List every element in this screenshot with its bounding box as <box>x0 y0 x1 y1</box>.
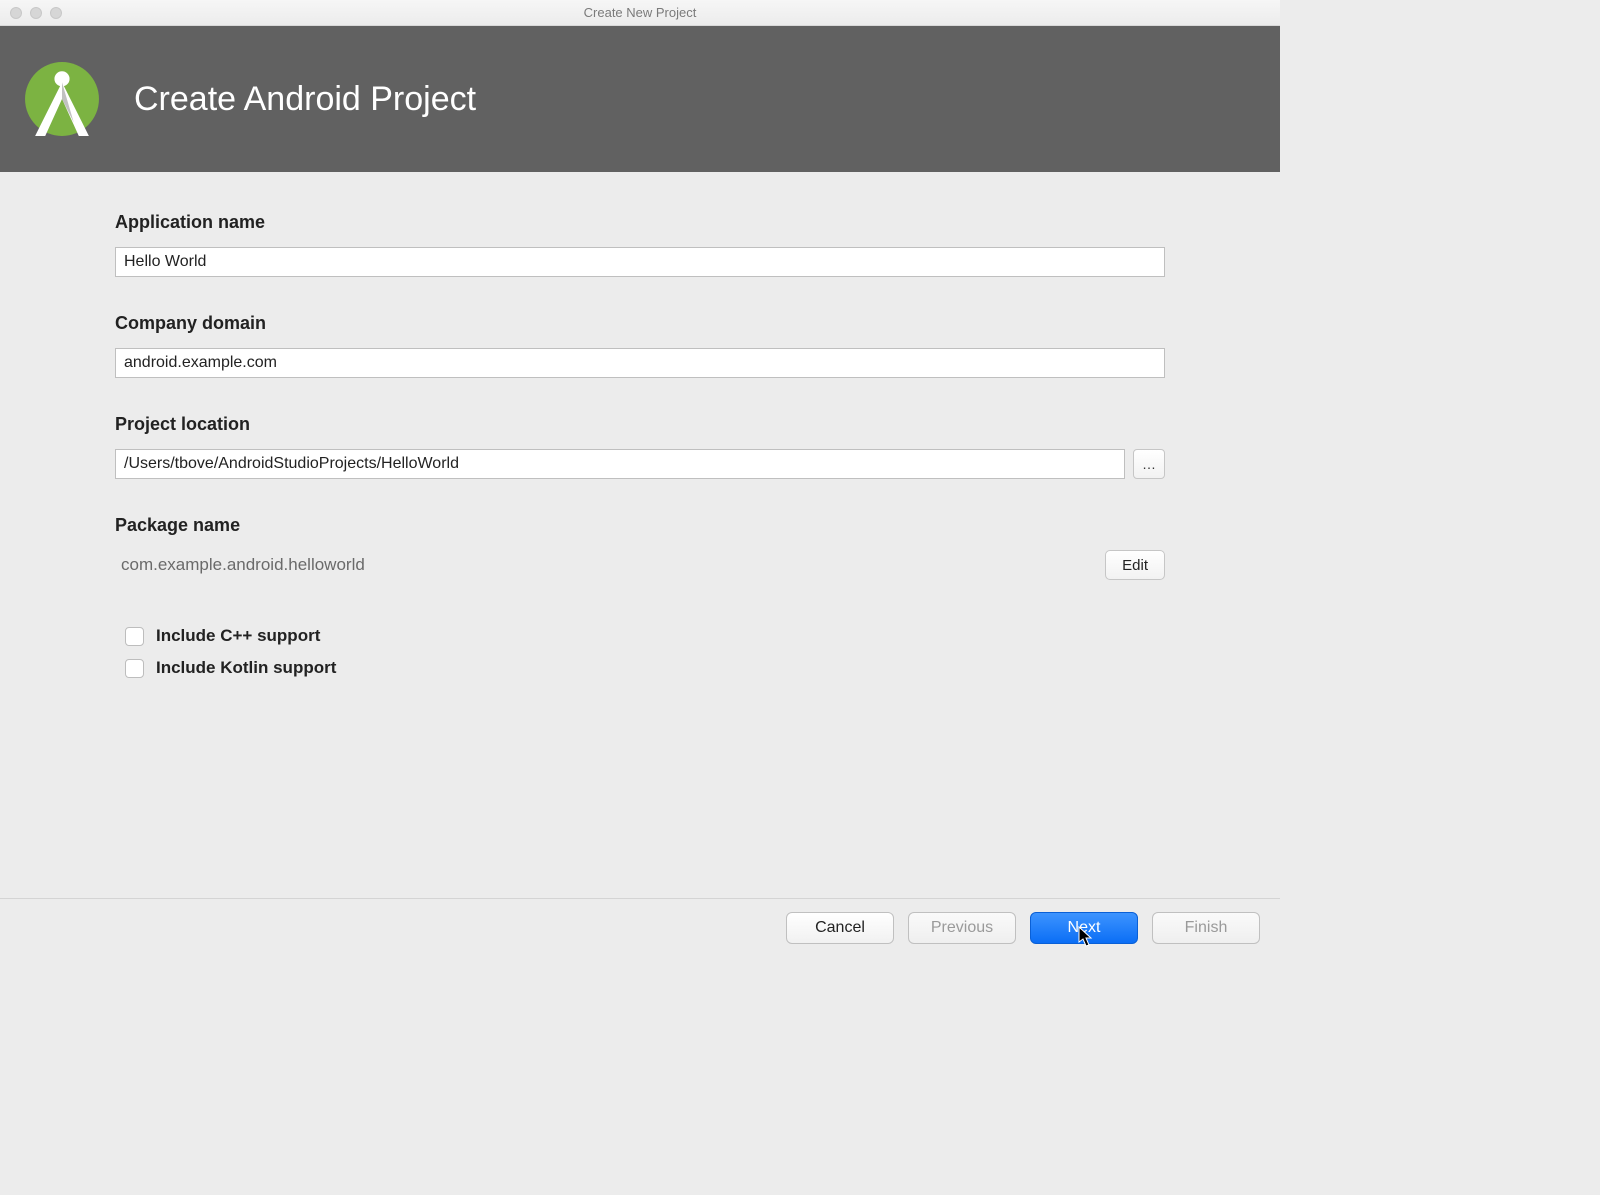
include-cpp-checkbox[interactable] <box>125 627 144 646</box>
package-name-value: com.example.android.helloworld <box>115 555 365 575</box>
form-area: Application name Company domain Project … <box>0 172 1280 678</box>
company-domain-label: Company domain <box>115 313 1165 334</box>
minimize-window-icon[interactable] <box>30 7 42 19</box>
project-location-input[interactable] <box>115 449 1125 479</box>
edit-package-name-button[interactable]: Edit <box>1105 550 1165 580</box>
include-kotlin-checkbox[interactable] <box>125 659 144 678</box>
package-name-group: Package name com.example.android.hellowo… <box>115 515 1165 580</box>
include-cpp-row: Include C++ support <box>125 626 1165 646</box>
company-domain-input[interactable] <box>115 348 1165 378</box>
browse-location-button[interactable]: … <box>1133 449 1165 479</box>
include-cpp-label: Include C++ support <box>156 626 320 646</box>
previous-button: Previous <box>908 912 1016 944</box>
company-domain-group: Company domain <box>115 313 1165 378</box>
window-title: Create New Project <box>0 5 1280 20</box>
project-location-label: Project location <box>115 414 1165 435</box>
close-window-icon[interactable] <box>10 7 22 19</box>
next-button[interactable]: Next <box>1030 912 1138 944</box>
cancel-button[interactable]: Cancel <box>786 912 894 944</box>
package-name-label: Package name <box>115 515 1165 536</box>
wizard-footer: Cancel Previous Next Finish <box>0 898 1280 956</box>
application-name-label: Application name <box>115 212 1165 233</box>
application-name-input[interactable] <box>115 247 1165 277</box>
titlebar: Create New Project <box>0 0 1280 26</box>
wizard-title: Create Android Project <box>134 80 476 119</box>
android-studio-logo-icon <box>20 57 104 141</box>
zoom-window-icon[interactable] <box>50 7 62 19</box>
application-name-group: Application name <box>115 212 1165 277</box>
finish-button: Finish <box>1152 912 1260 944</box>
include-kotlin-row: Include Kotlin support <box>125 658 1165 678</box>
wizard-header: Create Android Project <box>0 26 1280 172</box>
include-kotlin-label: Include Kotlin support <box>156 658 336 678</box>
options-group: Include C++ support Include Kotlin suppo… <box>115 626 1165 678</box>
window-controls <box>0 7 62 19</box>
project-location-group: Project location … <box>115 414 1165 479</box>
